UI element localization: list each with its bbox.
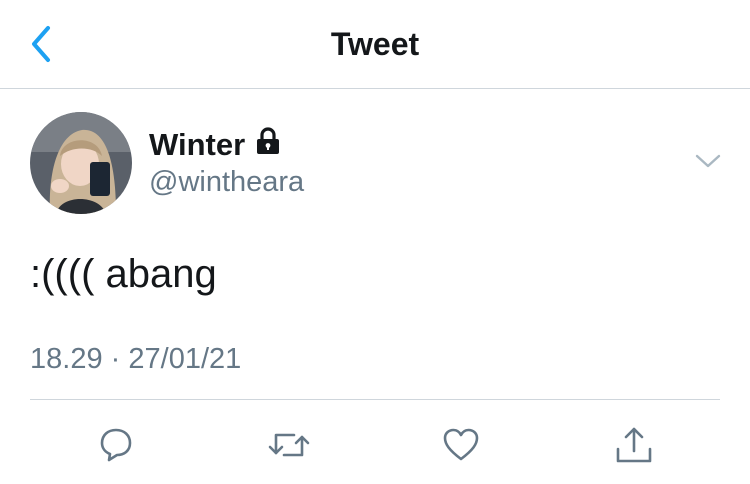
avatar[interactable]: [30, 112, 132, 214]
retweet-icon: [268, 433, 310, 457]
like-button[interactable]: [436, 420, 486, 470]
nav-bar: Tweet: [0, 0, 750, 89]
author-name-row[interactable]: Winter: [149, 126, 281, 164]
retweet-button[interactable]: [264, 420, 314, 470]
divider: [30, 399, 720, 400]
more-options-button[interactable]: [694, 150, 722, 172]
tweet-text: :(((( abang: [30, 252, 217, 296]
share-icon: [616, 427, 652, 463]
author-handle[interactable]: @wintheara: [149, 164, 304, 200]
chevron-down-icon: [695, 154, 721, 168]
timestamp-separator: ·: [110, 343, 121, 375]
like-icon: [443, 428, 479, 461]
tweet-date: 27/01/21: [128, 343, 242, 375]
tweet-timestamp: 18.29 · 27/01/21: [30, 341, 241, 377]
avatar-image: [30, 112, 132, 214]
page-title: Tweet: [330, 26, 420, 62]
tweet-time: 18.29: [30, 343, 103, 375]
lock-icon: [255, 126, 281, 164]
share-button[interactable]: [609, 420, 659, 470]
action-bar: [0, 420, 750, 470]
reply-button[interactable]: [91, 420, 141, 470]
author-name: Winter: [149, 127, 246, 162]
reply-icon: [100, 428, 132, 462]
